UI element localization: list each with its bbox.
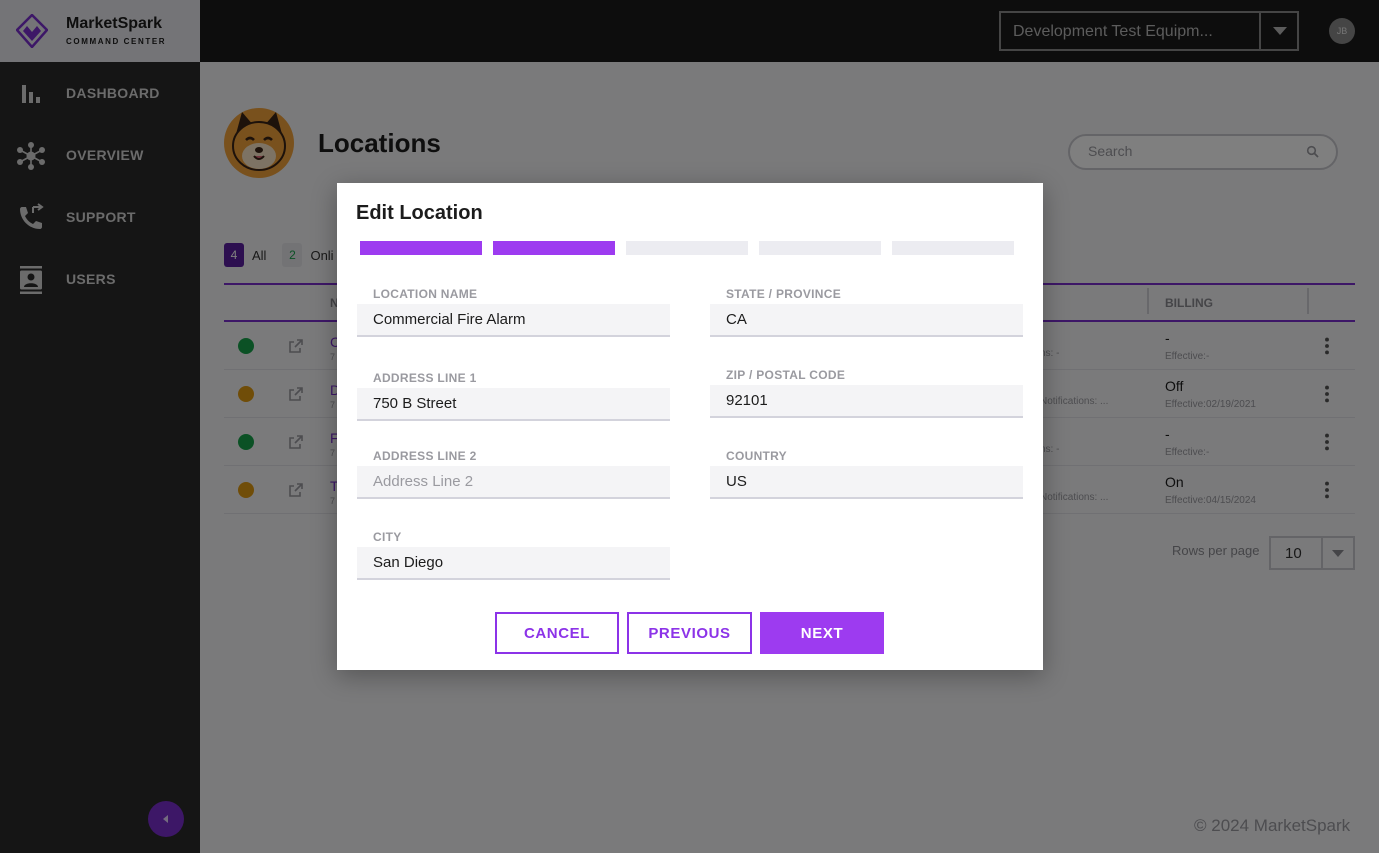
previous-button[interactable]: PREVIOUS	[627, 612, 752, 654]
location-name-field[interactable]	[357, 304, 670, 337]
country-field[interactable]	[710, 466, 1023, 499]
country-input[interactable]	[710, 466, 1023, 497]
address-line-1-label: ADDRESS LINE 1	[373, 371, 477, 385]
address-line-2-input[interactable]	[357, 466, 670, 497]
zip-postal-code-label: ZIP / POSTAL CODE	[726, 368, 846, 382]
city-input[interactable]	[357, 547, 670, 578]
location-name-input[interactable]	[357, 304, 670, 335]
dialog-title: Edit Location	[356, 202, 483, 224]
zip-postal-code-field[interactable]	[710, 385, 1023, 418]
address-line-1-field[interactable]	[357, 388, 670, 421]
state-province-input[interactable]	[710, 304, 1023, 335]
progress-step-1	[360, 241, 482, 255]
progress-step-3	[626, 241, 748, 255]
city-field[interactable]	[357, 547, 670, 580]
progress-step-2	[493, 241, 615, 255]
cancel-button[interactable]: CANCEL	[495, 612, 619, 654]
edit-location-dialog: Edit Location LOCATION NAME ADDRESS LINE…	[337, 183, 1043, 670]
address-line-2-label: ADDRESS LINE 2	[373, 449, 477, 463]
location-name-label: LOCATION NAME	[373, 287, 478, 301]
next-button[interactable]: NEXT	[760, 612, 884, 654]
address-line-2-field[interactable]	[357, 466, 670, 499]
state-province-field[interactable]	[710, 304, 1023, 337]
country-label: COUNTRY	[726, 449, 787, 463]
zip-postal-code-input[interactable]	[710, 385, 1023, 416]
state-province-label: STATE / PROVINCE	[726, 287, 842, 301]
progress-step-4	[759, 241, 881, 255]
address-line-1-input[interactable]	[357, 388, 670, 419]
city-label: CITY	[373, 530, 402, 544]
progress-step-5	[892, 241, 1014, 255]
